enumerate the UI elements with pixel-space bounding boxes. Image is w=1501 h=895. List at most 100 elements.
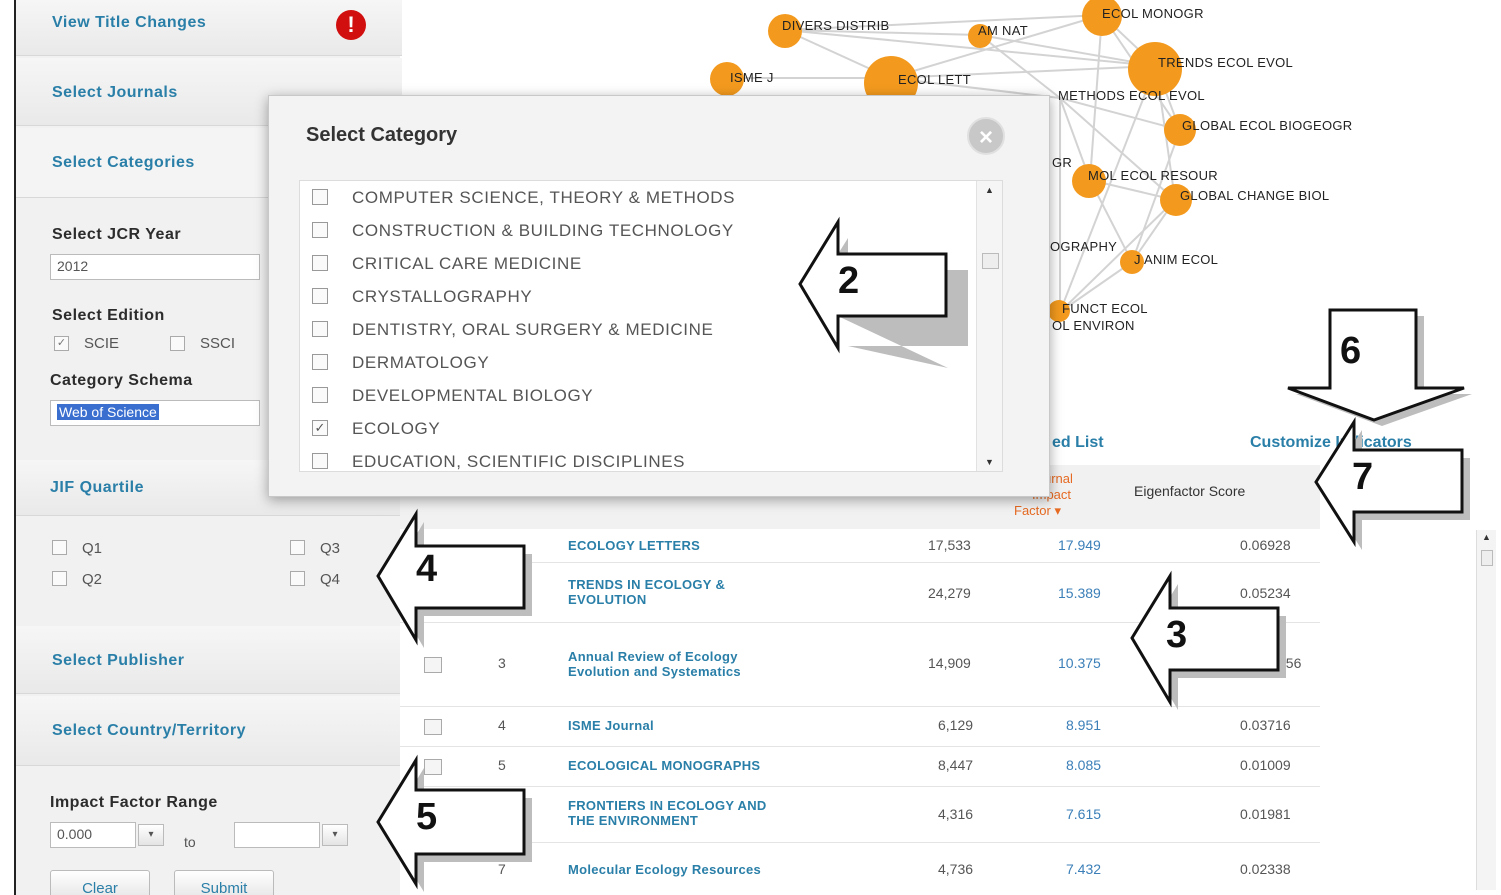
callout-arrow-6: 6	[1286, 308, 1472, 426]
select-country-section[interactable]: Select Country/Territory	[16, 696, 402, 766]
graph-node-label: DIVERS DISTRIB	[782, 18, 890, 33]
graph-node-label: ECOL MONOGR	[1102, 6, 1204, 21]
category-item[interactable]: DEVELOPMENTAL BIOLOGY	[300, 379, 970, 412]
graph-node-label: GLOBAL ECOL BIOGEOGR	[1182, 118, 1353, 133]
category-label: DERMATOLOGY	[352, 353, 490, 372]
jif-cell: 15.389	[1058, 585, 1101, 601]
graph-node-label: TRENDS ECOL EVOL	[1158, 55, 1294, 70]
select-publisher-section[interactable]: Select Publisher	[16, 626, 402, 694]
row-checkbox[interactable]	[424, 719, 442, 735]
category-item[interactable]: EDUCATION, SCIENTIFIC DISCIPLINES	[300, 445, 970, 471]
submit-button[interactable]: Submit	[174, 870, 274, 895]
cites-cell: 17,533	[928, 537, 971, 553]
callout-arrow-5: 5	[376, 754, 544, 892]
category-label: EDUCATION, SCIENTIFIC DISCIPLINES	[352, 452, 686, 471]
select-country-link[interactable]: Select Country/Territory	[52, 722, 246, 740]
journal-title-line2[interactable]: THE ENVIRONMENT	[568, 813, 698, 828]
category-checkbox[interactable]	[312, 189, 328, 205]
category-label: CONSTRUCTION & BUILDING TECHNOLOGY	[352, 221, 734, 240]
view-title-changes-link[interactable]: View Title Changes	[52, 14, 206, 32]
journal-title-link[interactable]: ECOLOGY LETTERS	[568, 538, 700, 553]
scroll-up-icon[interactable]: ▲	[985, 185, 994, 195]
category-checkbox[interactable]	[312, 387, 328, 403]
edition-ssci-checkbox[interactable]	[170, 336, 185, 351]
graph-node-label: AM NAT	[978, 23, 1028, 38]
category-checkbox-checked[interactable]: ✓	[312, 420, 328, 436]
graph-node-label: FUNCT ECOL	[1062, 301, 1148, 316]
clear-button[interactable]: Clear	[50, 870, 150, 895]
journal-title-link[interactable]: TRENDS IN ECOLOGY &	[568, 577, 725, 592]
edition-ssci-label: SSCI	[200, 335, 236, 352]
category-checkbox[interactable]	[312, 222, 328, 238]
graph-node-label: GR	[1052, 155, 1073, 170]
eigenfactor-cell: 0.03716	[1240, 717, 1291, 733]
category-item[interactable]: COMPUTER SCIENCE, THEORY & METHODS	[300, 181, 970, 214]
jif-quartile-link[interactable]: JIF Quartile	[50, 479, 144, 497]
impact-max-select[interactable]	[234, 822, 320, 848]
journal-title-line2[interactable]: EVOLUTION	[568, 592, 647, 607]
select-categories-link[interactable]: Select Categories	[52, 154, 195, 172]
jcr-year-select[interactable]: 2012 ▾	[50, 254, 273, 280]
jif-cell: 17.949	[1058, 537, 1101, 553]
row-checkbox[interactable]	[424, 657, 442, 673]
category-schema-select[interactable]: Web of Science ▾	[50, 400, 273, 426]
table-scrollbar[interactable]: ▲	[1476, 530, 1496, 890]
category-checkbox[interactable]	[312, 288, 328, 304]
category-checkbox[interactable]	[312, 354, 328, 370]
graph-node-label: METHODS ECOL EVOL	[1058, 88, 1205, 103]
journal-title-link[interactable]: ISME Journal	[568, 718, 654, 733]
edition-scie-label: SCIE	[84, 335, 120, 352]
graph-node-label: ECOL LETT	[898, 72, 972, 87]
category-schema-label: Category Schema	[50, 372, 193, 389]
journal-title-link[interactable]: Annual Review of Ecology	[568, 649, 738, 664]
jif-cell: 10.375	[1058, 655, 1101, 671]
eigenfactor-cell: 0.06928	[1240, 537, 1291, 553]
edition-label: Select Edition	[52, 307, 165, 324]
jif-cell: 7.615	[1066, 806, 1102, 822]
graph-node-label: MOL ECOL RESOUR	[1088, 168, 1218, 183]
callout-arrow-3: 3	[1130, 570, 1298, 714]
scroll-thumb[interactable]	[982, 253, 999, 269]
select-journals-link[interactable]: Select Journals	[52, 84, 178, 102]
eigenfactor-header[interactable]: Eigenfactor Score	[1134, 483, 1245, 499]
select-publisher-link[interactable]: Select Publisher	[52, 652, 185, 670]
q1-checkbox[interactable]	[52, 540, 67, 555]
tab-ranked-list[interactable]: ed List	[1052, 434, 1104, 452]
callout-number: 2	[838, 260, 860, 302]
callout-number: 3	[1166, 614, 1188, 656]
warning-icon: !	[336, 10, 366, 40]
impact-min-dropdown[interactable]: ▾	[138, 824, 164, 846]
q1-label: Q1	[82, 540, 103, 557]
graph-node-label: GLOBAL CHANGE BIOL	[1180, 188, 1330, 203]
scroll-up-icon[interactable]: ▲	[1482, 532, 1491, 542]
journal-title-line2[interactable]: Evolution and Systematics	[568, 664, 741, 679]
cites-cell: 14,909	[928, 655, 971, 671]
category-checkbox[interactable]	[312, 453, 328, 469]
journal-title-link[interactable]: FRONTIERS IN ECOLOGY AND	[568, 798, 767, 813]
jif-cell: 8.085	[1066, 757, 1102, 773]
graph-node-label: ISME J	[730, 70, 774, 85]
cites-cell: 8,447	[938, 757, 974, 773]
callout-number: 4	[416, 548, 438, 590]
category-label: DEVELOPMENTAL BIOLOGY	[352, 386, 594, 405]
category-item[interactable]: ✓ ECOLOGY	[300, 412, 970, 445]
impact-max-dropdown[interactable]: ▾	[322, 824, 348, 846]
eigenfactor-cell: 0.01981	[1240, 806, 1291, 822]
edition-scie-checkbox[interactable]: ✓	[54, 336, 69, 351]
scroll-thumb[interactable]	[1481, 550, 1493, 566]
q3-checkbox[interactable]	[290, 540, 305, 555]
journal-title-link[interactable]: ECOLOGICAL MONOGRAPHS	[568, 758, 760, 773]
category-checkbox[interactable]	[312, 321, 328, 337]
view-title-changes-section[interactable]: View Title Changes !	[16, 0, 402, 56]
dialog-title: Select Category	[306, 124, 458, 146]
category-scrollbar[interactable]: ▲ ▼	[976, 181, 1002, 471]
scroll-down-icon[interactable]: ▼	[985, 457, 994, 467]
impact-min-select[interactable]: 0.000	[50, 822, 136, 848]
callout-number: 7	[1352, 456, 1374, 498]
jif-header-sort[interactable]: Factor ▾	[1014, 503, 1061, 519]
journal-title-link[interactable]: Molecular Ecology Resources	[568, 862, 761, 877]
close-icon[interactable]: ×	[967, 117, 1005, 155]
category-checkbox[interactable]	[312, 255, 328, 271]
q4-checkbox[interactable]	[290, 571, 305, 586]
q2-checkbox[interactable]	[52, 571, 67, 586]
